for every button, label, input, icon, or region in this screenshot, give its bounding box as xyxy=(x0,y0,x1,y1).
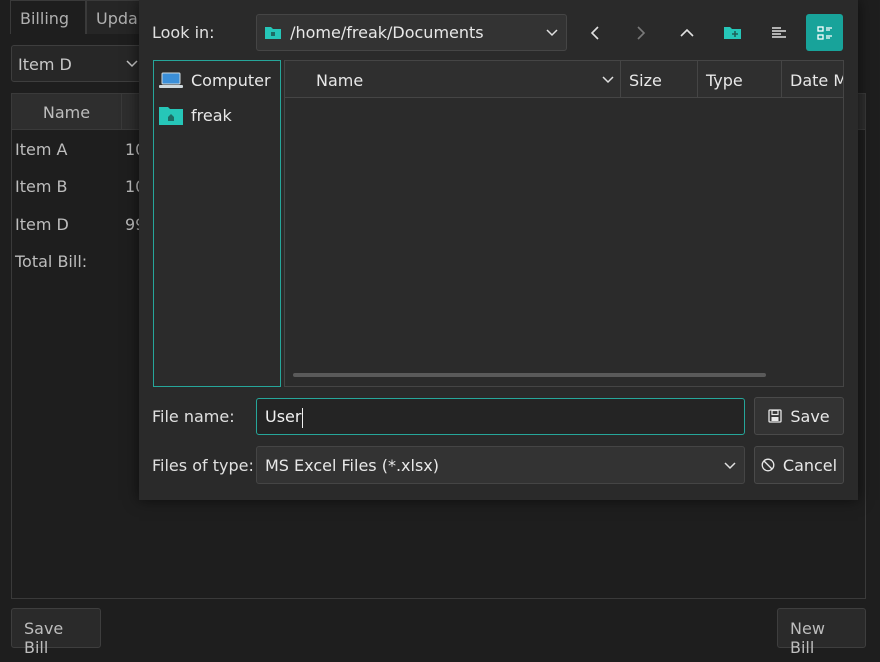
list-view-icon xyxy=(771,26,786,38)
new-folder-icon xyxy=(723,27,741,39)
file-type-combo[interactable]: MS Excel Files (*.xlsx) xyxy=(256,446,745,484)
column-header-name[interactable]: Name xyxy=(12,94,122,130)
chevron-right-icon xyxy=(636,25,645,40)
cancel-button[interactable]: Cancel xyxy=(754,446,844,484)
new-folder-button[interactable] xyxy=(714,14,751,51)
column-header-name-label: Name xyxy=(316,71,364,90)
column-header-name[interactable]: Name xyxy=(285,61,621,98)
column-header-date-modified[interactable]: Date M xyxy=(782,61,843,98)
floppy-disk-icon xyxy=(768,409,783,423)
sort-chevron-icon xyxy=(602,76,614,84)
chevron-down-icon xyxy=(546,29,558,37)
tab-billing[interactable]: Billing xyxy=(10,0,86,34)
item-select[interactable]: Item D xyxy=(11,45,147,82)
column-header-name-label: Name xyxy=(42,103,91,122)
save-bill-button[interactable]: Save Bill xyxy=(11,608,101,657)
file-list[interactable] xyxy=(284,60,844,387)
list-view-button[interactable] xyxy=(760,14,797,51)
cancel-icon xyxy=(761,458,775,472)
sidebar-item-freak-label: freak xyxy=(191,105,232,125)
column-header-date-label: Date M xyxy=(790,71,843,90)
save-button[interactable]: Save xyxy=(754,397,844,435)
new-bill-button-label: New Bill xyxy=(790,619,825,657)
column-header-type[interactable]: Type xyxy=(698,61,782,98)
look-in-path: /home/freak/Documents xyxy=(290,23,484,42)
tab-update[interactable]: Upda xyxy=(86,0,146,34)
table-row-name: Item D xyxy=(15,215,69,234)
home-folder-icon xyxy=(159,107,183,125)
look-in-label: Look in: xyxy=(152,23,215,42)
sidebar-item-computer-label: Computer xyxy=(191,70,271,90)
item-select-value: Item D xyxy=(18,55,72,74)
chevron-down-icon xyxy=(126,60,138,68)
look-in-combo[interactable]: /home/freak/Documents xyxy=(256,14,567,51)
column-header-type-label: Type xyxy=(706,71,743,90)
parent-directory-button[interactable] xyxy=(668,14,705,51)
detail-view-button[interactable] xyxy=(806,14,843,51)
chevron-up-icon xyxy=(679,28,694,37)
text-caret xyxy=(302,407,304,428)
chevron-down-icon xyxy=(724,462,736,470)
file-type-value: MS Excel Files (*.xlsx) xyxy=(265,456,439,475)
column-header-size-label: Size xyxy=(629,71,662,90)
file-name-input[interactable]: User xyxy=(256,398,745,435)
detail-view-icon xyxy=(816,25,832,40)
tab-billing-label: Billing xyxy=(20,9,70,28)
tab-update-label: Upda xyxy=(96,9,138,28)
table-row-name: Item B xyxy=(15,177,68,196)
forward-button[interactable] xyxy=(622,14,659,51)
column-header-size[interactable]: Size xyxy=(621,61,698,98)
save-bill-button-label: Save Bill xyxy=(24,619,64,657)
horizontal-scrollbar[interactable] xyxy=(293,373,766,377)
new-bill-button[interactable]: New Bill xyxy=(777,608,866,657)
cancel-button-label: Cancel xyxy=(782,455,838,475)
files-of-type-label: Files of type: xyxy=(152,456,254,475)
chevron-left-icon xyxy=(590,25,599,40)
folder-icon xyxy=(265,27,281,39)
back-button[interactable] xyxy=(576,14,613,51)
computer-icon xyxy=(159,72,183,88)
sidebar-item-freak[interactable]: freak xyxy=(159,100,232,130)
file-name-label: File name: xyxy=(152,407,235,426)
save-button-label: Save xyxy=(790,406,830,426)
sidebar-item-computer[interactable]: Computer xyxy=(159,65,271,95)
total-bill-label: Total Bill: xyxy=(15,252,88,271)
table-row-name: Item A xyxy=(15,140,68,159)
file-name-value: User xyxy=(265,407,302,426)
